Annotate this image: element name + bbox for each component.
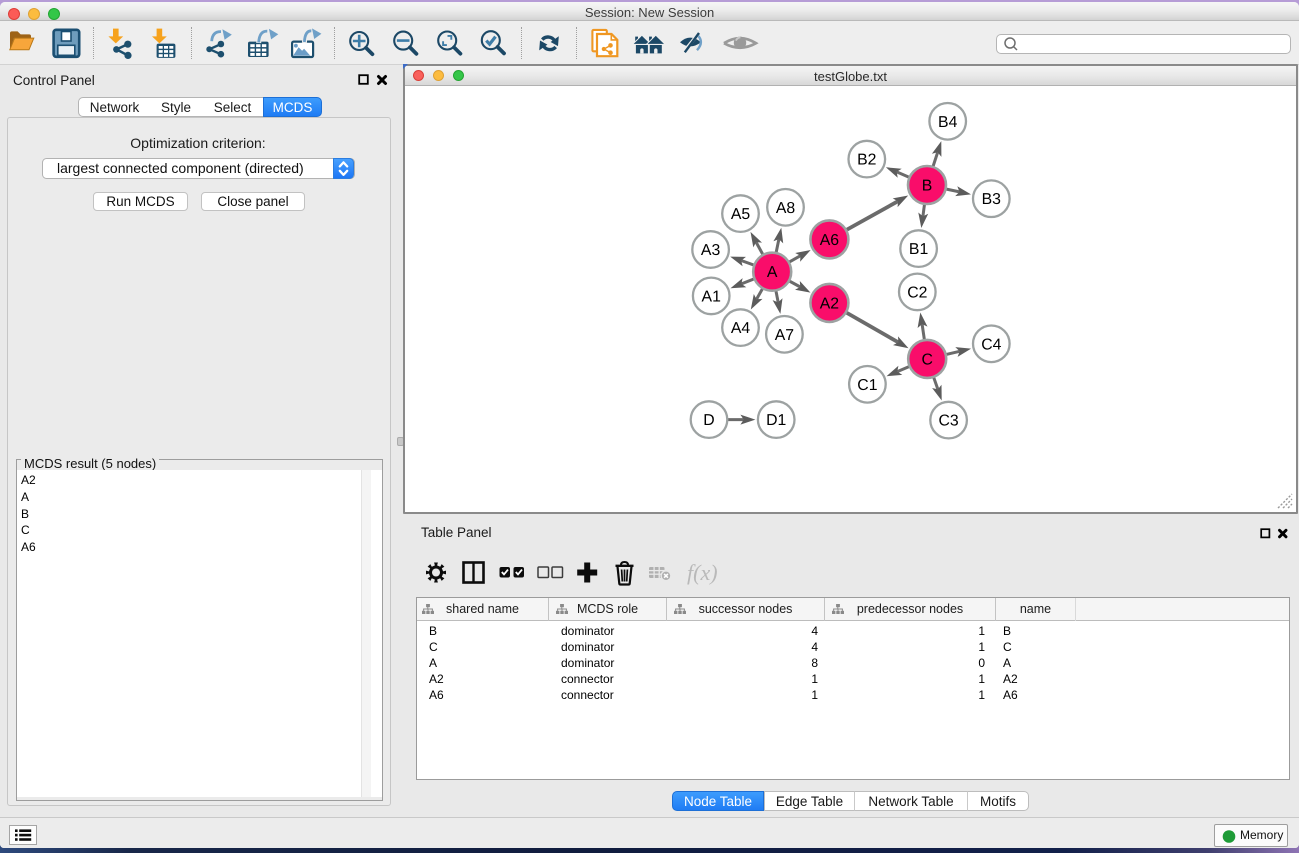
- svg-text:A1: A1: [702, 288, 722, 305]
- svg-text:A6: A6: [820, 232, 840, 249]
- svg-text:B2: B2: [857, 152, 876, 169]
- svg-text:D1: D1: [766, 412, 786, 429]
- svg-text:f(x): f(x): [687, 560, 718, 585]
- svg-text:C3: C3: [938, 413, 958, 430]
- svg-text:A5: A5: [731, 206, 751, 223]
- svg-text:C1: C1: [857, 377, 877, 394]
- svg-text:D: D: [703, 412, 714, 429]
- svg-text:A: A: [767, 264, 778, 281]
- svg-text:A3: A3: [701, 242, 721, 259]
- svg-text:A2: A2: [820, 295, 839, 312]
- svg-text:B3: B3: [982, 191, 1002, 208]
- svg-text:C4: C4: [981, 336, 1001, 353]
- svg-text:B: B: [922, 178, 933, 195]
- svg-text:C2: C2: [907, 284, 927, 301]
- svg-text:B4: B4: [938, 114, 958, 131]
- svg-text:B1: B1: [909, 241, 929, 258]
- svg-text:A7: A7: [775, 327, 794, 344]
- svg-text:A4: A4: [731, 320, 751, 337]
- svg-text:A8: A8: [776, 200, 796, 217]
- svg-text:C: C: [921, 351, 932, 368]
